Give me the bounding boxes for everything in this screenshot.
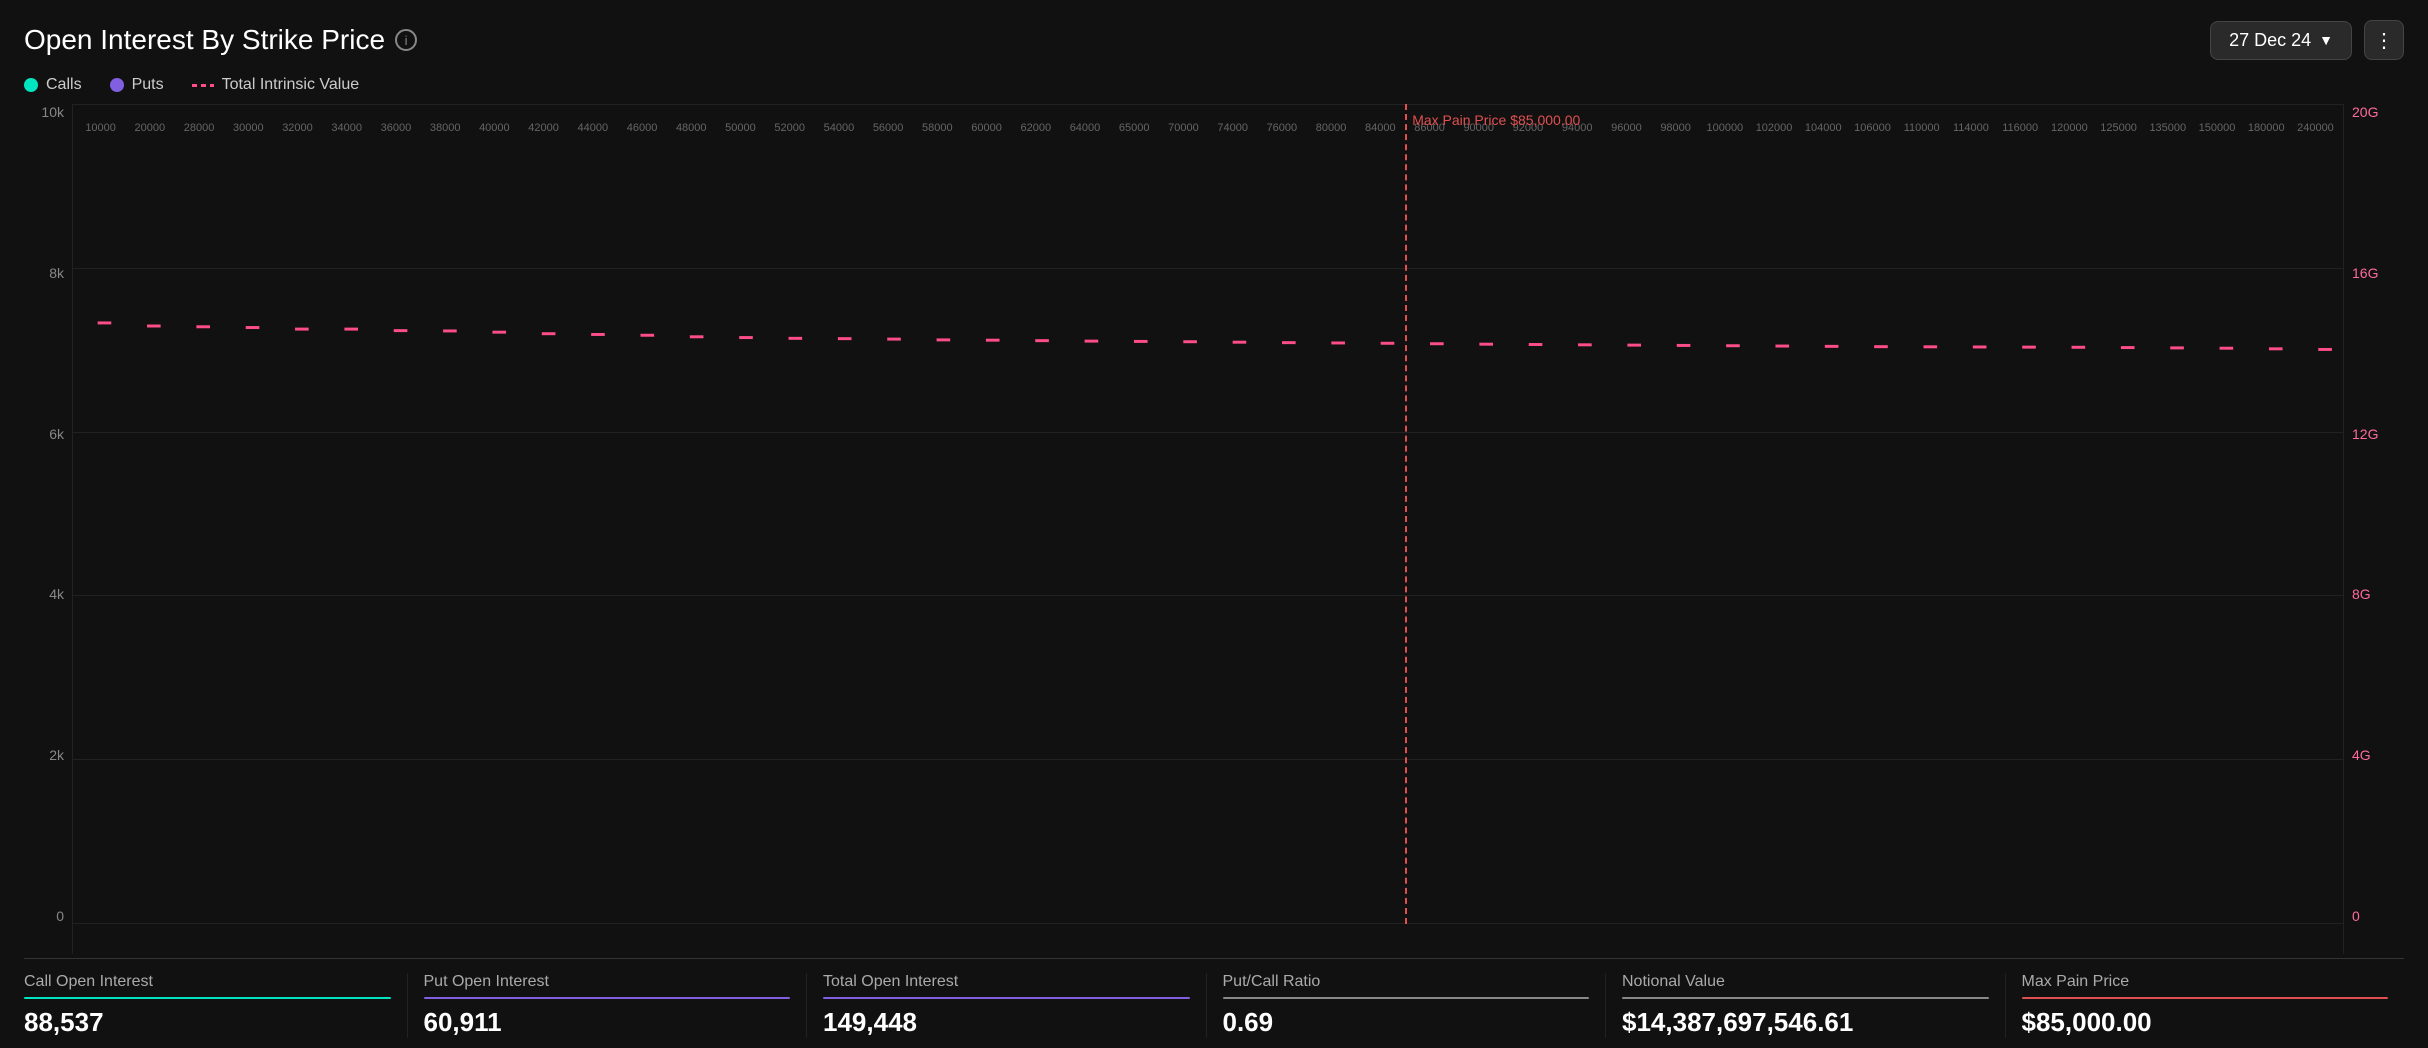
- y-left-10k: 10k: [24, 104, 64, 120]
- y-left-2k: 2k: [24, 747, 64, 763]
- puts-label: Puts: [132, 76, 164, 94]
- info-icon[interactable]: i: [395, 29, 417, 51]
- more-icon: ⋮: [2374, 28, 2394, 53]
- stat-item: Put Open Interest 60,911: [408, 973, 808, 1038]
- chart-area: 10k 8k 6k 4k 2k 0: [24, 104, 2404, 954]
- y-left-6k: 6k: [24, 426, 64, 442]
- stat-underline: [823, 997, 1190, 999]
- stat-label: Call Open Interest: [24, 973, 391, 991]
- stats-bar: Call Open Interest 88,537 Put Open Inter…: [24, 958, 2404, 1048]
- stat-underline: [24, 997, 391, 999]
- stat-value: 88,537: [24, 1007, 391, 1038]
- stat-value: 0.69: [1223, 1007, 1590, 1038]
- y-right-8g: 8G: [2352, 586, 2404, 602]
- y-right-16g: 16G: [2352, 265, 2404, 281]
- stat-underline: [2022, 997, 2389, 999]
- chart-inner: Max Pain Price $85,000.00 10000200002800…: [72, 104, 2344, 954]
- y-right-0: 0: [2352, 908, 2404, 924]
- y-axis-right: 20G 16G 12G 8G 4G 0: [2344, 104, 2404, 954]
- stat-item: Put/Call Ratio 0.69: [1207, 973, 1607, 1038]
- stat-value: 60,911: [424, 1007, 791, 1038]
- calls-color-dot: [24, 78, 38, 92]
- intrinsic-label: Total Intrinsic Value: [222, 76, 360, 94]
- chart-wrapper: 10k 8k 6k 4k 2k 0: [24, 104, 2404, 954]
- y-right-20g: 20G: [2352, 104, 2404, 120]
- stat-item: Call Open Interest 88,537: [24, 973, 408, 1038]
- calls-label: Calls: [46, 76, 82, 94]
- legend-calls: Calls: [24, 76, 82, 94]
- stat-label: Notional Value: [1622, 973, 1989, 991]
- date-selector[interactable]: 27 Dec 24 ▼: [2210, 21, 2352, 60]
- stat-value: 149,448: [823, 1007, 1190, 1038]
- y-axis-left: 10k 8k 6k 4k 2k 0: [24, 104, 72, 954]
- header: Open Interest By Strike Price i 27 Dec 2…: [24, 20, 2404, 60]
- legend: Calls Puts Total Intrinsic Value: [24, 76, 2404, 94]
- stat-item: Total Open Interest 149,448: [807, 973, 1207, 1038]
- more-options-button[interactable]: ⋮: [2364, 20, 2404, 60]
- page-title: Open Interest By Strike Price: [24, 24, 385, 56]
- y-right-4g: 4G: [2352, 747, 2404, 763]
- stat-value: $14,387,697,546.61: [1622, 1007, 1989, 1038]
- stat-label: Total Open Interest: [823, 973, 1190, 991]
- y-right-12g: 12G: [2352, 426, 2404, 442]
- date-label: 27 Dec 24: [2229, 30, 2311, 51]
- bars-container: [73, 104, 2343, 924]
- stat-underline: [1223, 997, 1590, 999]
- header-right: 27 Dec 24 ▼ ⋮: [2210, 20, 2404, 60]
- stat-underline: [1622, 997, 1989, 999]
- intrinsic-color-dash: [192, 84, 214, 87]
- legend-puts: Puts: [110, 76, 164, 94]
- header-left: Open Interest By Strike Price i: [24, 24, 417, 56]
- stat-item: Notional Value $14,387,697,546.61: [1606, 973, 2006, 1038]
- chevron-down-icon: ▼: [2319, 32, 2333, 48]
- stat-underline: [424, 997, 791, 999]
- stat-label: Put/Call Ratio: [1223, 973, 1590, 991]
- stat-label: Put Open Interest: [424, 973, 791, 991]
- puts-color-dot: [110, 78, 124, 92]
- stat-label: Max Pain Price: [2022, 973, 2389, 991]
- main-container: Open Interest By Strike Price i 27 Dec 2…: [0, 0, 2428, 1048]
- y-left-4k: 4k: [24, 586, 64, 602]
- y-left-8k: 8k: [24, 265, 64, 281]
- stat-item: Max Pain Price $85,000.00: [2006, 973, 2405, 1038]
- stat-value: $85,000.00: [2022, 1007, 2389, 1038]
- legend-intrinsic: Total Intrinsic Value: [192, 76, 360, 94]
- y-left-0: 0: [24, 908, 64, 924]
